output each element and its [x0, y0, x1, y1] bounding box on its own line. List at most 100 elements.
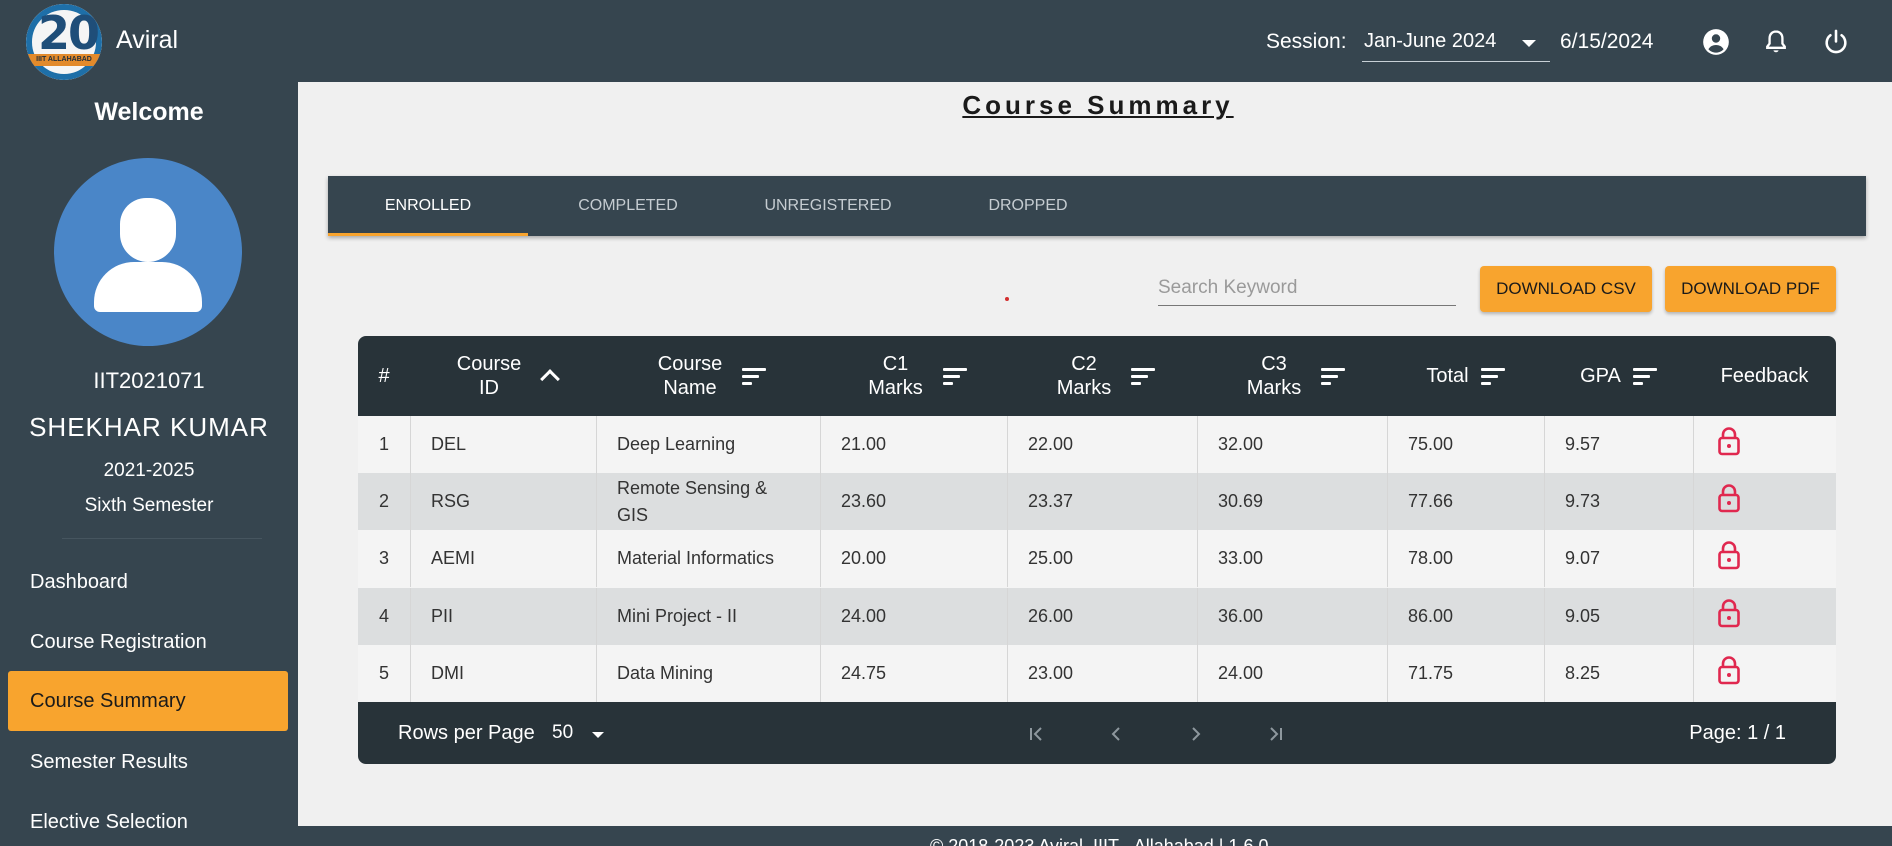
top-bar: 20 IIIT ALLAHABAD Aviral Session: Jan-Ju… — [0, 0, 1892, 82]
bell-icon[interactable] — [1762, 28, 1790, 56]
cell-c1: 20.00 — [820, 530, 1007, 588]
sort-icon[interactable] — [1480, 367, 1505, 385]
last-page-icon[interactable] — [1264, 722, 1288, 746]
col-header-c1[interactable]: C1 Marks — [820, 336, 1007, 416]
table-header: # Course ID Course Name C1 Marks C2 Mark… — [358, 336, 1836, 416]
col-header-course-name[interactable]: Course Name — [596, 336, 820, 416]
sort-icon[interactable] — [1321, 367, 1345, 385]
tab-unregistered[interactable]: UNREGISTERED — [728, 176, 928, 236]
table-row: 2 RSG Remote Sensing & GIS 23.60 23.37 30.69 7… — [358, 473, 1836, 531]
cell-name: Material Informatics — [596, 530, 820, 588]
student-id: IIT2021071 — [93, 368, 205, 393]
logo-ribbon: IIIT ALLAHABAD — [28, 54, 100, 66]
table-row: 4 PII Mini Project - II 24.00 26.00 36.00 86.0… — [358, 587, 1836, 645]
rows-per-page-select[interactable]: 50 — [552, 722, 573, 744]
lock-icon[interactable] — [1718, 426, 1740, 456]
sort-ascending-icon[interactable] — [540, 369, 560, 389]
sort-icon[interactable] — [942, 367, 967, 385]
chevron-down-icon[interactable] — [592, 732, 604, 738]
sort-icon[interactable] — [1131, 367, 1155, 385]
sidebar-item-elective-selection[interactable]: Elective Selection — [8, 792, 288, 846]
cell-id: RSG — [410, 473, 596, 531]
cell-num: 1 — [378, 434, 389, 454]
cell-total: 86.00 — [1387, 587, 1544, 645]
cell-c2: 25.00 — [1007, 530, 1197, 588]
first-page-icon[interactable] — [1024, 722, 1048, 746]
download-csv-button[interactable]: DOWNLOAD CSV — [1480, 266, 1652, 312]
cell-feedback — [1693, 644, 1836, 702]
cell-num: 4 — [378, 605, 389, 626]
welcome-heading: Welcome — [94, 98, 204, 126]
cell-name: Remote Sensing & GIS — [596, 473, 820, 531]
lock-icon[interactable] — [1718, 655, 1740, 685]
tab-bar: ENROLLED COMPLETED UNREGISTERED DROPPED — [328, 176, 1866, 236]
cell-c2: 23.00 — [1007, 644, 1197, 702]
cell-total: 75.00 — [1387, 416, 1544, 473]
cell-gpa: 9.07 — [1544, 530, 1693, 588]
download-pdf-button[interactable]: DOWNLOAD PDF — [1665, 266, 1836, 312]
indicator-dot — [1005, 297, 1009, 301]
next-page-icon[interactable] — [1184, 722, 1208, 746]
cell-gpa: 9.57 — [1544, 416, 1693, 473]
cell-c1: 24.00 — [820, 587, 1007, 645]
page-info: Page: 1 / 1 — [1689, 722, 1786, 744]
cell-name: Mini Project - II — [596, 587, 820, 645]
chevron-down-icon — [1522, 40, 1536, 47]
cell-c3: 32.00 — [1197, 416, 1387, 473]
sort-icon[interactable] — [742, 367, 766, 385]
account-circle-icon[interactable] — [1702, 28, 1730, 56]
course-table: # Course ID Course Name C1 Marks C2 Mark… — [358, 336, 1836, 764]
cell-total: 77.66 — [1387, 473, 1544, 531]
sidebar-item-course-registration[interactable]: Course Registration — [8, 612, 288, 672]
table-row: 5 DMI Data Mining 24.75 23.00 24.00 71.75 8.25 — [358, 644, 1836, 702]
previous-page-icon[interactable] — [1104, 722, 1128, 746]
cell-id: DEL — [410, 416, 596, 473]
cell-c2: 23.37 — [1007, 473, 1197, 531]
avatar — [54, 158, 242, 346]
cell-c1: 21.00 — [820, 416, 1007, 473]
cell-feedback — [1693, 416, 1836, 473]
session-label: Session: — [1266, 30, 1347, 53]
cell-c3: 24.00 — [1197, 644, 1387, 702]
sort-icon[interactable] — [1632, 367, 1657, 385]
col-header-total[interactable]: Total — [1387, 336, 1544, 416]
cell-gpa: 9.05 — [1544, 587, 1693, 645]
lock-icon[interactable] — [1718, 540, 1740, 570]
student-batch: 2021-2025 — [103, 460, 195, 481]
sidebar: Welcome IIT2021071 SHEKHAR KUMAR 2021-20… — [0, 82, 298, 846]
power-icon[interactable] — [1822, 28, 1850, 56]
cell-c3: 36.00 — [1197, 587, 1387, 645]
col-header-c2[interactable]: C2 Marks — [1007, 336, 1197, 416]
rows-per-page-label: Rows per Page — [398, 722, 535, 744]
cell-feedback — [1693, 473, 1836, 531]
lock-icon[interactable] — [1718, 598, 1740, 628]
cell-feedback — [1693, 530, 1836, 588]
search-input[interactable] — [1158, 270, 1456, 306]
col-header-num: # — [378, 365, 390, 387]
avatar-body — [94, 262, 202, 312]
logo-number: 20 — [38, 6, 100, 60]
student-name: SHEKHAR KUMAR — [29, 412, 269, 442]
tab-completed[interactable]: COMPLETED — [528, 176, 728, 236]
sidebar-item-course-summary[interactable]: Course Summary — [8, 671, 288, 731]
student-semester: Sixth Semester — [84, 495, 214, 516]
col-header-course-id[interactable]: Course ID — [410, 336, 596, 416]
sidebar-item-semester-results[interactable]: Semester Results — [8, 732, 288, 792]
cell-total: 78.00 — [1387, 530, 1544, 588]
col-header-gpa[interactable]: GPA — [1544, 336, 1693, 416]
table-row: 1 DEL Deep Learning 21.00 22.00 32.00 75.00 9.5… — [358, 416, 1836, 473]
footer-text: © 2018-2023 Aviral, IIIT - Allahabad | 1… — [930, 836, 1269, 846]
cell-gpa: 8.25 — [1544, 644, 1693, 702]
cell-name: Deep Learning — [596, 416, 820, 473]
tab-dropped[interactable]: DROPPED — [928, 176, 1128, 236]
table-row: 3 AEMI Material Informatics 20.00 25.00 33.00… — [358, 530, 1836, 588]
cell-total: 71.75 — [1387, 644, 1544, 702]
tab-enrolled[interactable]: ENROLLED — [328, 176, 528, 236]
cell-id: PII — [410, 587, 596, 645]
lock-icon[interactable] — [1718, 483, 1740, 513]
cell-c2: 22.00 — [1007, 416, 1197, 473]
col-header-c3[interactable]: C3 Marks — [1197, 336, 1387, 416]
sidebar-item-dashboard[interactable]: Dashboard — [8, 552, 288, 612]
app-logo[interactable]: 20 IIIT ALLAHABAD — [26, 4, 102, 80]
session-select[interactable]: Jan-June 2024 — [1362, 26, 1550, 62]
